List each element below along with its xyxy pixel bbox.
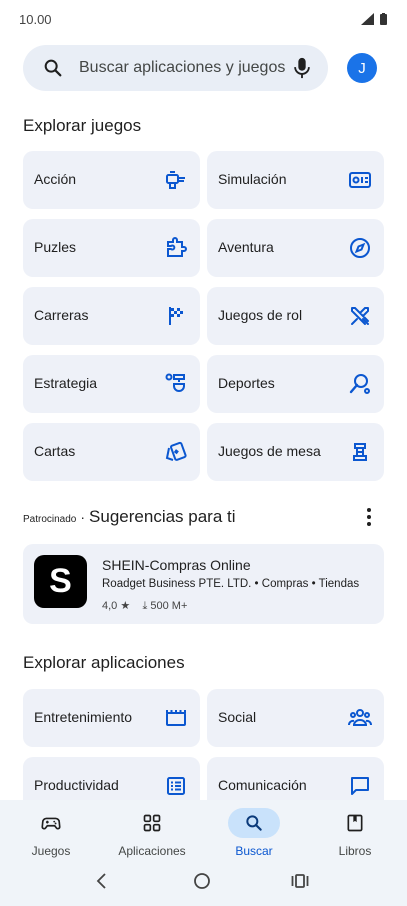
nav-label: Buscar <box>235 844 273 858</box>
search-icon <box>246 815 262 831</box>
nav-item-search[interactable]: Buscar <box>209 808 299 868</box>
apps-grid-icon <box>143 814 161 832</box>
category-label: Comunicación <box>218 777 307 793</box>
category-card-strategy[interactable]: Estrategia <box>23 355 200 413</box>
nav-item-games[interactable]: Juegos <box>6 808 96 868</box>
bottom-navigation: Juegos Aplicaciones Buscar Libros <box>0 800 407 906</box>
search-bar[interactable]: Buscar aplicaciones y juegos <box>23 45 328 91</box>
chat-icon <box>351 777 369 795</box>
checklist-icon <box>167 777 185 795</box>
app-meta: 4,0 ★ ⤓ 500 M+ <box>102 599 187 613</box>
sponsored-label: Patrocinado <box>23 514 77 525</box>
category-label: Cartas <box>34 443 76 459</box>
explore-games-title: Explorar juegos <box>23 116 142 135</box>
controller-icon <box>166 171 185 189</box>
category-card-entertainment[interactable]: Entretenimiento <box>23 689 200 747</box>
checkered-flag-icon <box>169 307 183 325</box>
battery-icon <box>380 13 387 25</box>
category-label: Aventura <box>218 239 274 255</box>
category-label: Deportes <box>218 375 275 391</box>
puzzle-icon <box>167 237 187 257</box>
chess-piece-icon <box>353 443 367 461</box>
account-avatar[interactable]: J <box>347 53 377 83</box>
category-label: Puzles <box>34 239 77 255</box>
category-card-adventure[interactable]: Aventura <box>207 219 384 277</box>
simulation-icon <box>349 172 371 188</box>
category-card-social[interactable]: Social <box>207 689 384 747</box>
category-card-cards[interactable]: Cartas <box>23 423 200 481</box>
category-label: Productividad <box>34 777 119 793</box>
gamepad-icon <box>41 817 61 830</box>
category-label: Carreras <box>34 307 89 323</box>
nav-label: Aplicaciones <box>118 844 186 858</box>
suggestions-header: Patrocinado · Sugerencias para ti <box>23 507 236 527</box>
sponsored-app-card[interactable]: S SHEIN-Compras Online Roadget Business … <box>23 544 384 624</box>
status-bar: 10.00 <box>0 0 407 40</box>
people-icon <box>348 709 372 726</box>
compass-icon <box>350 238 370 258</box>
strategy-icon <box>165 373 185 392</box>
category-label: Juegos de rol <box>218 307 303 323</box>
sports-icon <box>349 374 370 394</box>
category-label: Juegos de mesa <box>218 443 321 459</box>
nav-label: Libros <box>338 844 372 858</box>
book-icon <box>347 814 363 832</box>
status-time: 10.00 <box>19 12 52 27</box>
clapperboard-icon <box>166 710 186 726</box>
category-card-sports[interactable]: Deportes <box>207 355 384 413</box>
search-placeholder: Buscar aplicaciones y juegos <box>79 59 286 76</box>
category-label: Acción <box>34 171 77 187</box>
app-developer: Roadget Business PTE. LTD. • Compras • T… <box>102 578 360 590</box>
more-options-icon[interactable] <box>362 506 376 528</box>
recents-icon[interactable] <box>291 872 309 890</box>
category-card-puzzles[interactable]: Puzles <box>23 219 200 277</box>
category-card-board-games[interactable]: Juegos de mesa <box>207 423 384 481</box>
nav-label: Juegos <box>31 844 71 858</box>
category-card-action[interactable]: Acción <box>23 151 200 209</box>
microphone-icon[interactable] <box>291 56 313 80</box>
status-icons <box>361 13 387 25</box>
nav-item-apps[interactable]: Aplicaciones <box>107 808 197 868</box>
swords-icon <box>351 307 369 325</box>
app-logo: S <box>34 555 87 608</box>
app-name: SHEIN-Compras Online <box>102 557 251 573</box>
explore-apps-title: Explorar aplicaciones <box>23 653 185 672</box>
category-card-racing[interactable]: Carreras <box>23 287 200 345</box>
category-label: Entretenimiento <box>34 709 133 725</box>
nav-item-books[interactable]: Libros <box>310 808 400 868</box>
category-card-simulation[interactable]: Simulación <box>207 151 384 209</box>
home-icon[interactable] <box>193 872 211 890</box>
category-label: Simulación <box>218 171 287 187</box>
search-icon <box>44 59 62 77</box>
cards-icon <box>165 441 187 461</box>
category-card-roleplay[interactable]: Juegos de rol <box>207 287 384 345</box>
category-label: Estrategia <box>34 375 98 391</box>
app-downloads: ⤓ 500 M+ <box>142 600 188 612</box>
back-icon[interactable] <box>95 872 109 890</box>
suggestions-title: Sugerencias para ti <box>89 507 236 526</box>
separator-dot: · <box>80 509 86 525</box>
signal-icon <box>361 13 374 25</box>
app-rating: 4,0 ★ <box>102 600 131 612</box>
category-label: Social <box>218 709 257 725</box>
